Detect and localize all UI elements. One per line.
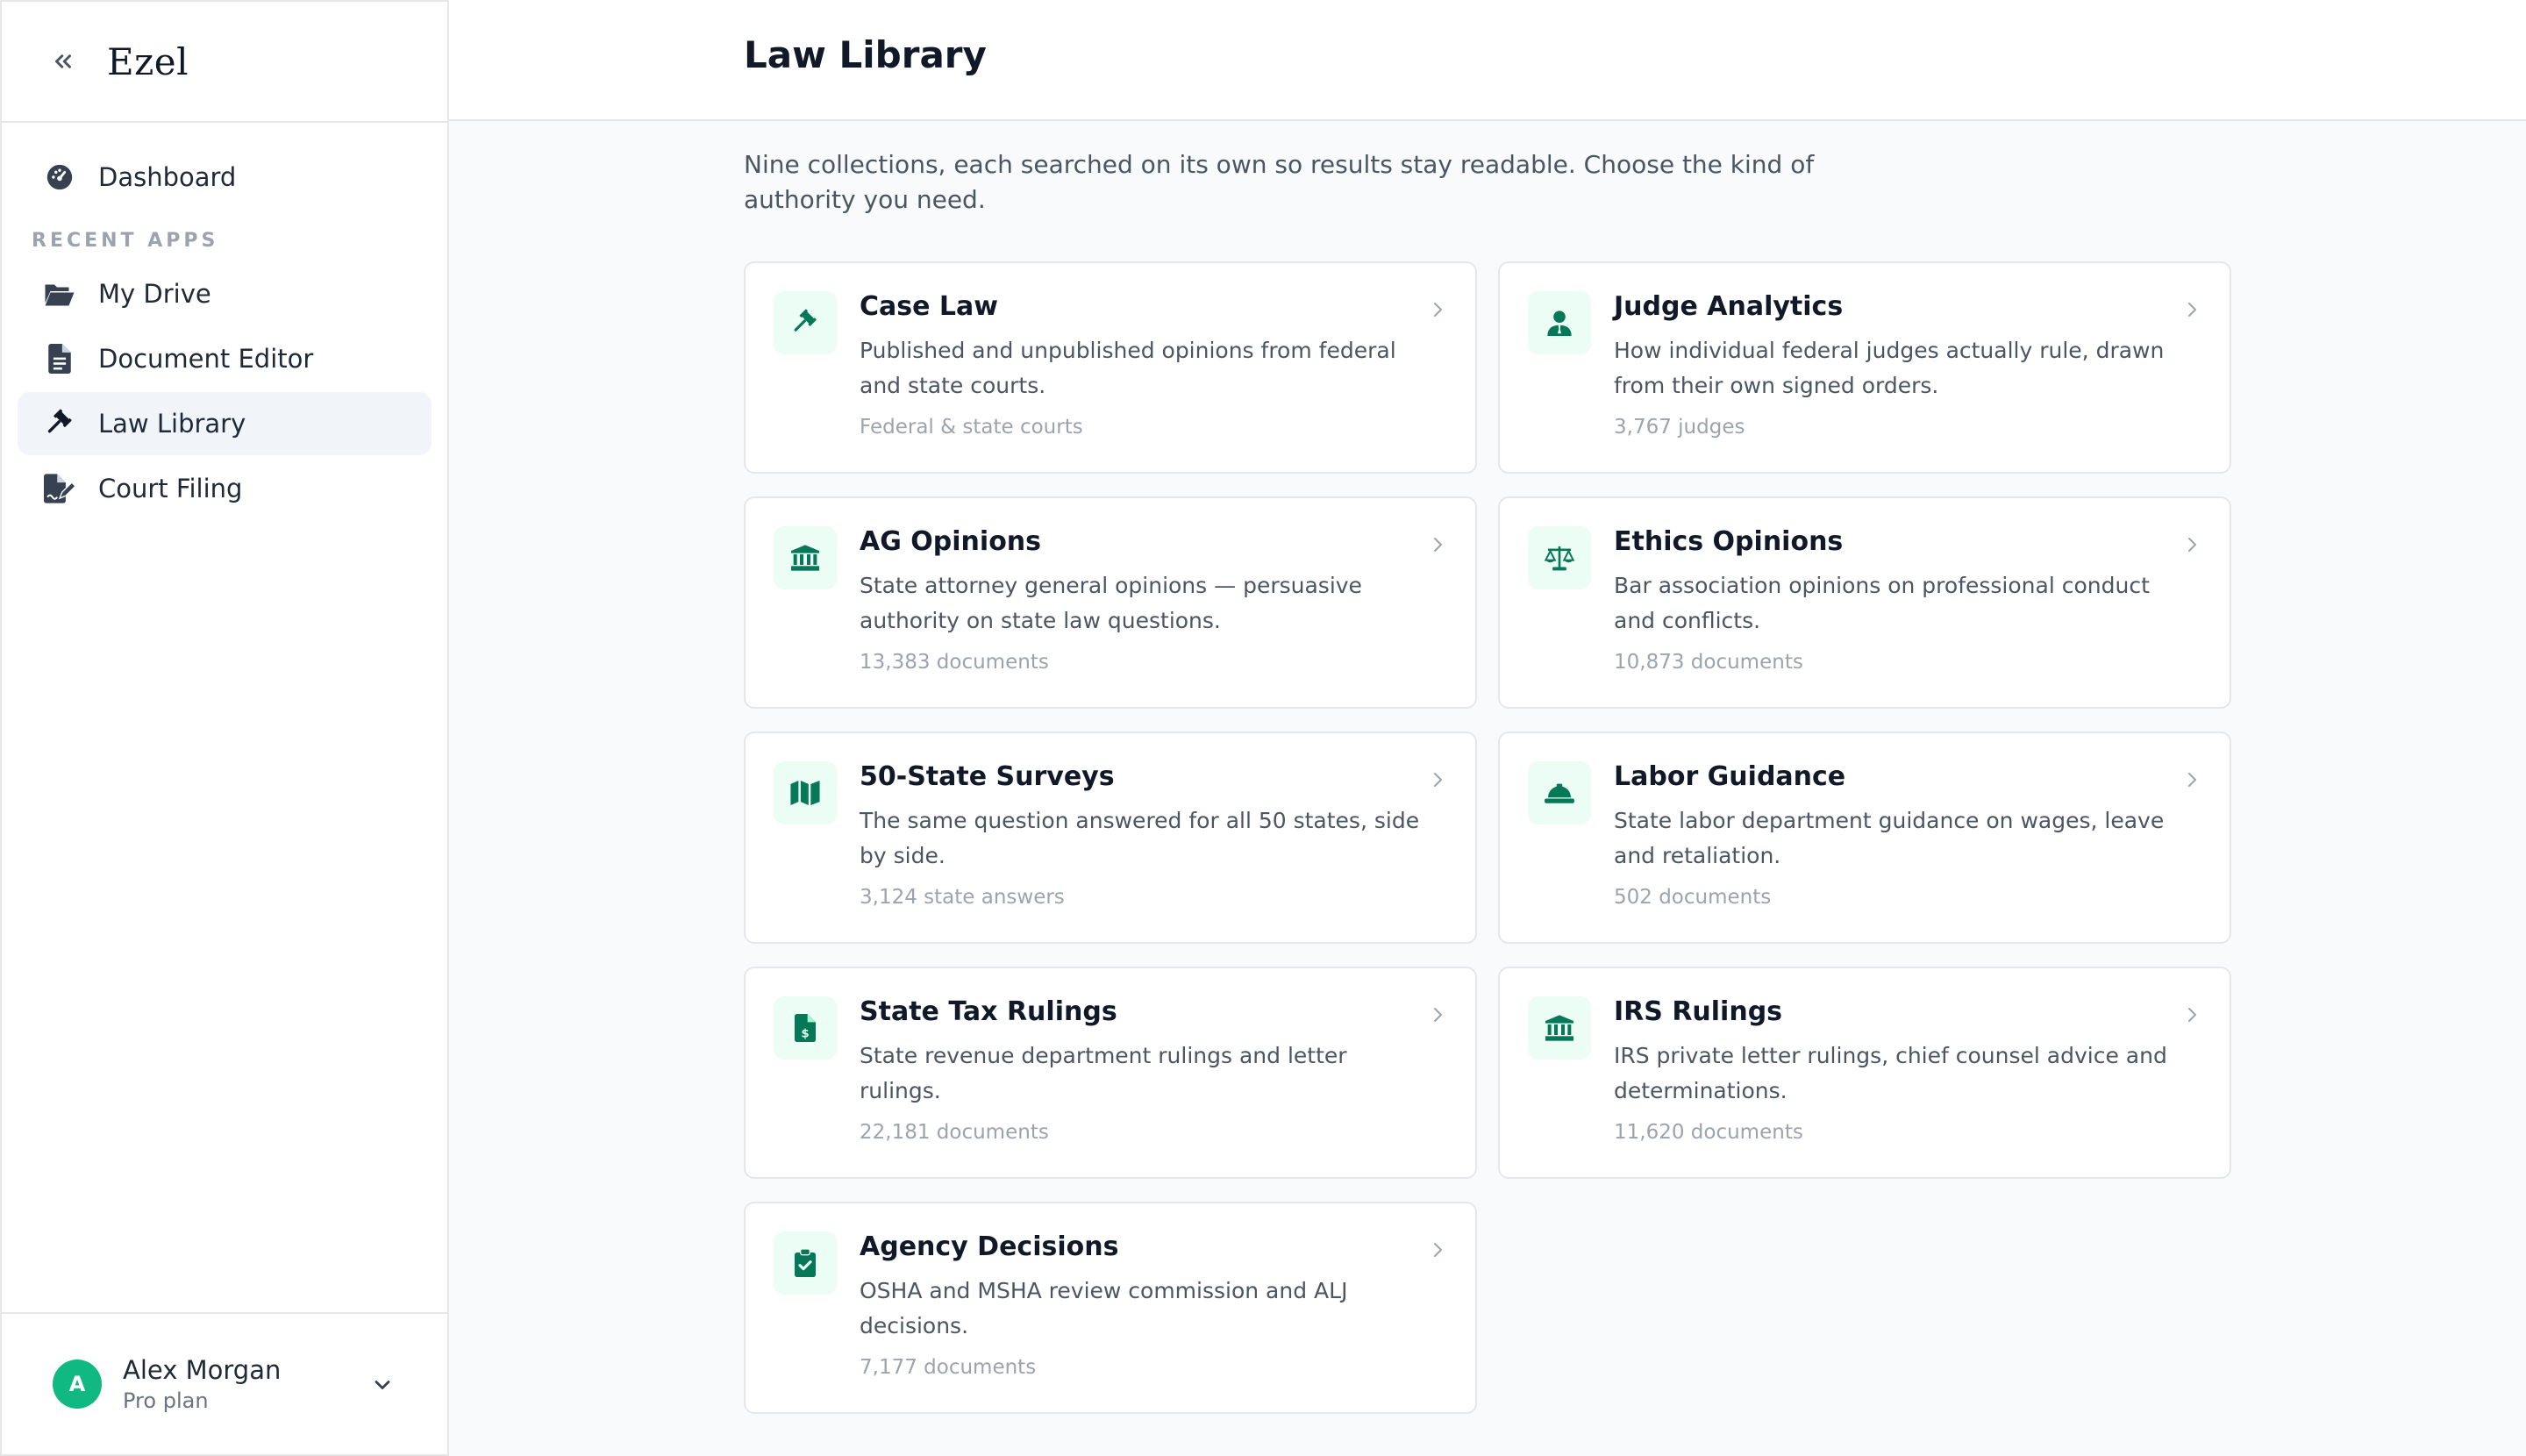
card-meta: 3,124 state answers bbox=[860, 886, 1065, 909]
collection-card-case-law[interactable]: Case Law Published and unpublished opini… bbox=[744, 261, 1477, 474]
collections-grid: Case Law Published and unpublished opini… bbox=[744, 261, 2231, 1414]
card-title: State Tax Rulings bbox=[860, 996, 1117, 1027]
landmark-icon bbox=[774, 526, 837, 589]
chevron-right-icon bbox=[1424, 1002, 1451, 1028]
card-title: 50-State Surveys bbox=[860, 761, 1115, 792]
card-meta: 11,620 documents bbox=[1614, 1121, 1803, 1144]
avatar: A bbox=[53, 1360, 102, 1409]
card-meta: 502 documents bbox=[1614, 886, 1772, 909]
sidebar-item-court-filing[interactable]: Court Filing bbox=[18, 457, 432, 520]
sidebar: Ezel Dashboard RECENT APPS My Drive Docu… bbox=[0, 0, 449, 1456]
card-meta: 13,383 documents bbox=[860, 651, 1049, 674]
collection-card-agency-decisions[interactable]: Agency Decisions OSHA and MSHA review co… bbox=[744, 1202, 1477, 1414]
sidebar-item-label: Law Library bbox=[98, 409, 246, 439]
collapse-sidebar-button[interactable] bbox=[46, 44, 81, 79]
sidebar-item-law-library[interactable]: Law Library bbox=[18, 392, 432, 455]
chevrons-left-icon bbox=[55, 54, 71, 68]
collection-card-50-state-surveys[interactable]: 50-State Surveys The same question answe… bbox=[744, 732, 1477, 944]
recent-apps-heading: RECENT APPS bbox=[32, 230, 219, 252]
sidebar-item-label: Document Editor bbox=[98, 344, 314, 374]
chevron-down-icon bbox=[375, 1381, 390, 1389]
sidebar-item-label: Court Filing bbox=[98, 474, 243, 503]
card-meta: 3,767 judges bbox=[1614, 416, 1745, 439]
card-description: OSHA and MSHA review commission and ALJ … bbox=[860, 1278, 1348, 1338]
card-description: State labor department guidance on wages… bbox=[1614, 808, 2165, 868]
page-header: Law Library bbox=[449, 0, 2526, 121]
card-description: How individual federal judges actually r… bbox=[1614, 338, 2165, 398]
card-meta: 10,873 documents bbox=[1614, 651, 1803, 674]
app-root: Ezel Dashboard RECENT APPS My Drive Docu… bbox=[0, 0, 2526, 1456]
chevron-right-icon bbox=[2179, 1002, 2205, 1028]
sidebar-item-my-drive[interactable]: My Drive bbox=[18, 262, 432, 325]
sidebar-item-dashboard[interactable]: Dashboard bbox=[18, 146, 432, 209]
folder-open-icon bbox=[44, 278, 75, 310]
landmark-icon bbox=[1528, 996, 1591, 1060]
sidebar-item-document-editor[interactable]: Document Editor bbox=[18, 327, 432, 390]
card-meta: 7,177 documents bbox=[860, 1356, 1037, 1379]
card-description: Published and unpublished opinions from … bbox=[860, 338, 1396, 398]
dashboard-icon bbox=[44, 161, 75, 193]
app-logo-text: Ezel bbox=[107, 39, 189, 83]
card-description: IRS private letter rulings, chief counse… bbox=[1614, 1043, 2167, 1103]
scale-icon bbox=[1528, 526, 1591, 589]
user-menu-button[interactable] bbox=[365, 1367, 400, 1402]
page-intro: Nine collections, each searched on its o… bbox=[744, 150, 1815, 214]
sidebar-item-label: Dashboard bbox=[98, 162, 237, 192]
sidebar-brand: Ezel bbox=[2, 2, 447, 123]
user-tie-icon bbox=[1528, 291, 1591, 354]
chevron-right-icon bbox=[1424, 767, 1451, 793]
file-invoice-dollar-icon: $ bbox=[774, 996, 837, 1060]
chevron-right-icon bbox=[2179, 296, 2205, 323]
card-meta: 22,181 documents bbox=[860, 1121, 1049, 1144]
chevron-right-icon bbox=[1424, 532, 1451, 558]
card-description: State attorney general opinions — persua… bbox=[860, 573, 1362, 633]
gavel-icon bbox=[774, 291, 837, 354]
card-title: Judge Analytics bbox=[1614, 291, 1844, 322]
card-title: Agency Decisions bbox=[860, 1231, 1119, 1262]
card-description: State revenue department rulings and let… bbox=[860, 1043, 1347, 1103]
collection-card-ag-opinions[interactable]: AG Opinions State attorney general opini… bbox=[744, 496, 1477, 709]
user-profile[interactable]: A Alex Morgan Pro plan bbox=[2, 1312, 447, 1454]
chevron-right-icon bbox=[2179, 532, 2205, 558]
card-title: Labor Guidance bbox=[1614, 761, 1846, 792]
user-name: Alex Morgan bbox=[123, 1355, 282, 1385]
chevron-right-icon bbox=[2179, 767, 2205, 793]
gavel-icon bbox=[44, 408, 75, 439]
user-plan: Pro plan bbox=[123, 1388, 209, 1413]
hard-hat-icon bbox=[1528, 761, 1591, 824]
card-description: Bar association opinions on professional… bbox=[1614, 573, 2150, 633]
svg-text:$: $ bbox=[801, 1028, 809, 1041]
map-icon bbox=[774, 761, 837, 824]
sidebar-nav: Dashboard RECENT APPS My Drive Document … bbox=[2, 123, 447, 520]
collection-card-judge-analytics[interactable]: Judge Analytics How individual federal j… bbox=[1498, 261, 2231, 474]
chevron-right-icon bbox=[1424, 1237, 1451, 1263]
file-text-icon bbox=[44, 343, 75, 375]
collection-card-irs-rulings[interactable]: IRS Rulings IRS private letter rulings, … bbox=[1498, 967, 2231, 1179]
card-title: Ethics Opinions bbox=[1614, 526, 1844, 557]
collection-card-state-tax-rulings[interactable]: $ State Tax Rulings State revenue depart… bbox=[744, 967, 1477, 1179]
card-description: The same question answered for all 50 st… bbox=[860, 808, 1420, 868]
collection-card-ethics-opinions[interactable]: Ethics Opinions Bar association opinions… bbox=[1498, 496, 2231, 709]
sidebar-item-label: My Drive bbox=[98, 279, 211, 309]
clipboard-check-icon bbox=[774, 1231, 837, 1295]
user-info: Alex Morgan Pro plan bbox=[123, 1355, 281, 1413]
card-title: Case Law bbox=[860, 291, 998, 322]
card-title: IRS Rulings bbox=[1614, 996, 1783, 1027]
file-signature-icon bbox=[44, 473, 75, 504]
chevron-right-icon bbox=[1424, 296, 1451, 323]
card-title: AG Opinions bbox=[860, 526, 1042, 557]
card-meta: Federal & state courts bbox=[860, 416, 1083, 439]
collection-card-labor-guidance[interactable]: Labor Guidance State labor department gu… bbox=[1498, 732, 2231, 944]
page-title: Law Library bbox=[744, 33, 987, 76]
